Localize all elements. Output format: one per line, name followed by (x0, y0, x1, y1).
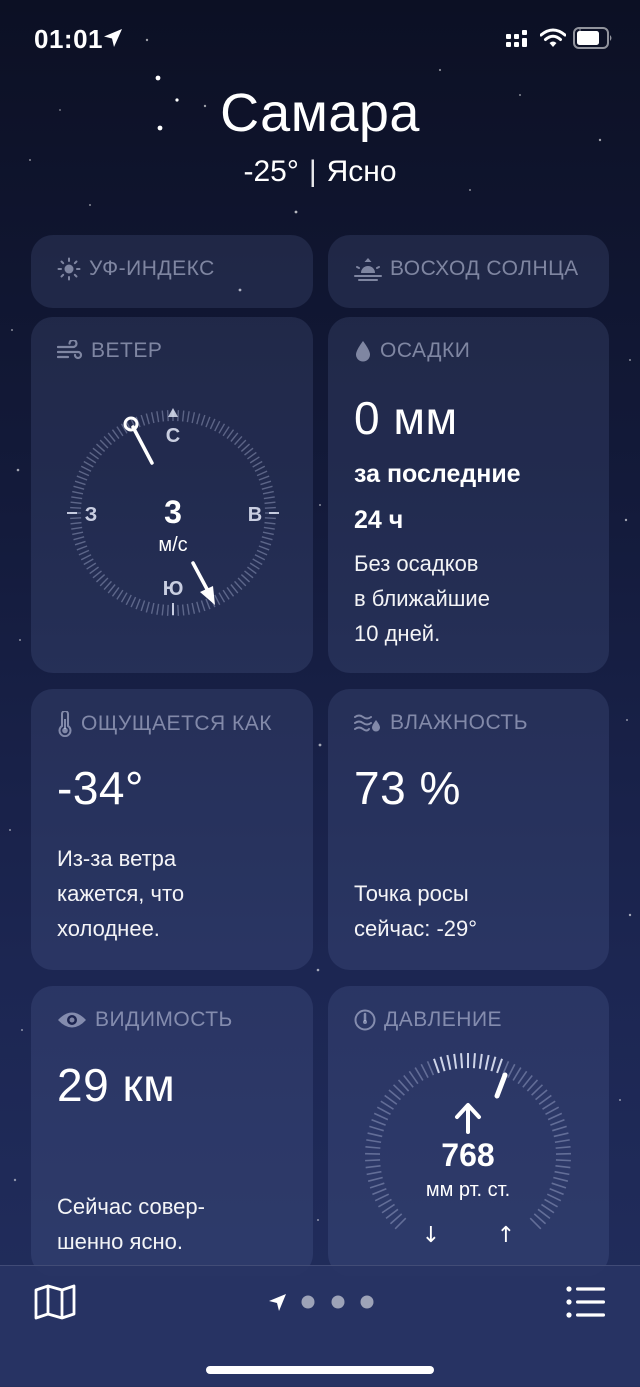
compass-south-label: Ю (163, 578, 184, 600)
wind-speed: 3 (164, 494, 182, 530)
home-indicator[interactable] (206, 1366, 434, 1374)
sunrise-header: ВОСХОД СОЛНЦА (354, 257, 579, 281)
pressure-card[interactable]: ДАВЛЕНИЕ 768 мм рт. ст. ↓ ↑ (328, 986, 609, 1276)
feels-like-value: -34° (57, 761, 144, 815)
humidity-icon (354, 712, 382, 734)
wind-compass: С Ю З В 3 м/с (63, 403, 283, 623)
precipitation-period-line1: за последние (354, 451, 604, 497)
pressure-gauge: 768 мм рт. ст. ↓ ↑ (358, 1046, 578, 1266)
compass-east-label: В (248, 504, 262, 526)
pressure-gauge-indicator (497, 1075, 505, 1096)
feels-like-desc-line2: кажется, что (57, 876, 307, 911)
humidity-desc-line2: сейчас: -29° (354, 911, 604, 946)
visibility-desc-line1: Сейчас совер- (57, 1189, 307, 1224)
pressure-title: ДАВЛЕНИЕ (384, 1008, 502, 1032)
visibility-value: 29 км (57, 1058, 175, 1112)
humidity-header: ВЛАЖНОСТЬ (354, 711, 528, 735)
precipitation-description: Без осадков в ближайшие 10 дней. (354, 546, 604, 651)
visibility-header: ВИДИМОСТЬ (57, 1008, 233, 1032)
feels-like-description: Из-за ветра кажется, что холоднее. (57, 841, 307, 946)
pressure-header: ДАВЛЕНИЕ (354, 1008, 502, 1032)
compass-north-label: С (166, 425, 180, 447)
precipitation-period: за последние 24 ч (354, 451, 604, 543)
humidity-card[interactable]: ВЛАЖНОСТЬ 73 % Точка росы сейчас: -29° (328, 689, 609, 970)
precipitation-card[interactable]: ОСАДКИ 0 мм за последние 24 ч Без осадко… (328, 317, 609, 673)
visibility-card[interactable]: ВИДИМОСТЬ 29 км Сейчас совер- шенно ясно… (31, 986, 313, 1276)
humidity-value: 73 % (354, 761, 461, 815)
precipitation-desc-line2: в ближайшие (354, 581, 604, 616)
feels-like-desc-line3: холоднее. (57, 911, 307, 946)
feels-like-header: ОЩУЩАЕТСЯ КАК (57, 711, 272, 737)
status-bar: 01:01 (0, 0, 640, 80)
sunrise-title: ВОСХОД СОЛНЦА (390, 257, 579, 281)
visibility-desc-line2: шенно ясно. (57, 1224, 307, 1259)
location-services-icon (102, 27, 124, 49)
bottom-toolbar (0, 1265, 640, 1387)
raindrop-icon (354, 339, 372, 363)
compass-north-marker (168, 408, 178, 417)
pressure-value: 768 (441, 1137, 494, 1173)
wind-icon (57, 340, 83, 362)
current-temperature: -25° (243, 155, 298, 188)
sunrise-icon (354, 257, 382, 281)
precipitation-title: ОСАДКИ (380, 339, 470, 363)
uv-index-header: УФ-ИНДЕКС (57, 257, 215, 281)
visibility-title: ВИДИМОСТЬ (95, 1008, 233, 1032)
page-dot[interactable] (332, 1296, 345, 1309)
map-icon[interactable] (34, 1284, 76, 1320)
precipitation-desc-line3: 10 дней. (354, 616, 604, 651)
thermometer-icon (57, 711, 73, 737)
compass-west-label: З (85, 504, 98, 526)
feels-like-card[interactable]: ОЩУЩАЕТСЯ КАК -34° Из-за ветра кажется, … (31, 689, 313, 970)
visibility-description: Сейчас совер- шенно ясно. (57, 1189, 307, 1259)
sunrise-card[interactable]: ВОСХОД СОЛНЦА (328, 235, 609, 308)
pressure-low-arrow: ↓ (422, 1223, 440, 1248)
uv-index-card[interactable]: УФ-ИНДЕКС (31, 235, 313, 308)
wifi-icon (540, 28, 566, 48)
location-arrow-icon[interactable] (269, 1294, 286, 1311)
precipitation-header: ОСАДКИ (354, 339, 470, 363)
precipitation-period-line2: 24 ч (354, 497, 604, 543)
sun-icon (57, 257, 81, 281)
conditions-separator: | (309, 155, 317, 188)
humidity-description: Точка росы сейчас: -29° (354, 876, 604, 946)
current-condition: Ясно (327, 155, 397, 188)
current-conditions: -25° | Ясно (0, 155, 640, 189)
wind-title: ВЕТЕР (91, 339, 162, 363)
gauge-icon (354, 1009, 376, 1031)
page-dot[interactable] (302, 1296, 315, 1309)
eye-icon (57, 1010, 87, 1030)
humidity-desc-line1: Точка росы (354, 876, 604, 911)
pressure-trend-arrow (457, 1105, 479, 1132)
precipitation-value: 0 мм (354, 391, 458, 445)
page-indicator[interactable] (268, 1290, 378, 1314)
pressure-high-arrow: ↑ (497, 1223, 515, 1248)
list-icon[interactable] (566, 1286, 606, 1318)
wind-header: ВЕТЕР (57, 339, 162, 363)
cellular-signal-icon (506, 30, 528, 48)
uv-index-title: УФ-ИНДЕКС (89, 257, 215, 281)
wind-speed-unit: м/с (158, 534, 187, 556)
pressure-unit: мм рт. ст. (426, 1179, 510, 1201)
precipitation-desc-line1: Без осадков (354, 546, 604, 581)
wind-card[interactable]: ВЕТЕР С Ю З В 3 м/с (31, 317, 313, 673)
feels-like-desc-line1: Из-за ветра (57, 841, 307, 876)
city-name: Самара (0, 82, 640, 144)
battery-icon (573, 27, 613, 49)
status-time: 01:01 (34, 24, 103, 55)
feels-like-title: ОЩУЩАЕТСЯ КАК (81, 712, 272, 736)
humidity-title: ВЛАЖНОСТЬ (390, 711, 528, 735)
page-dot[interactable] (361, 1296, 374, 1309)
